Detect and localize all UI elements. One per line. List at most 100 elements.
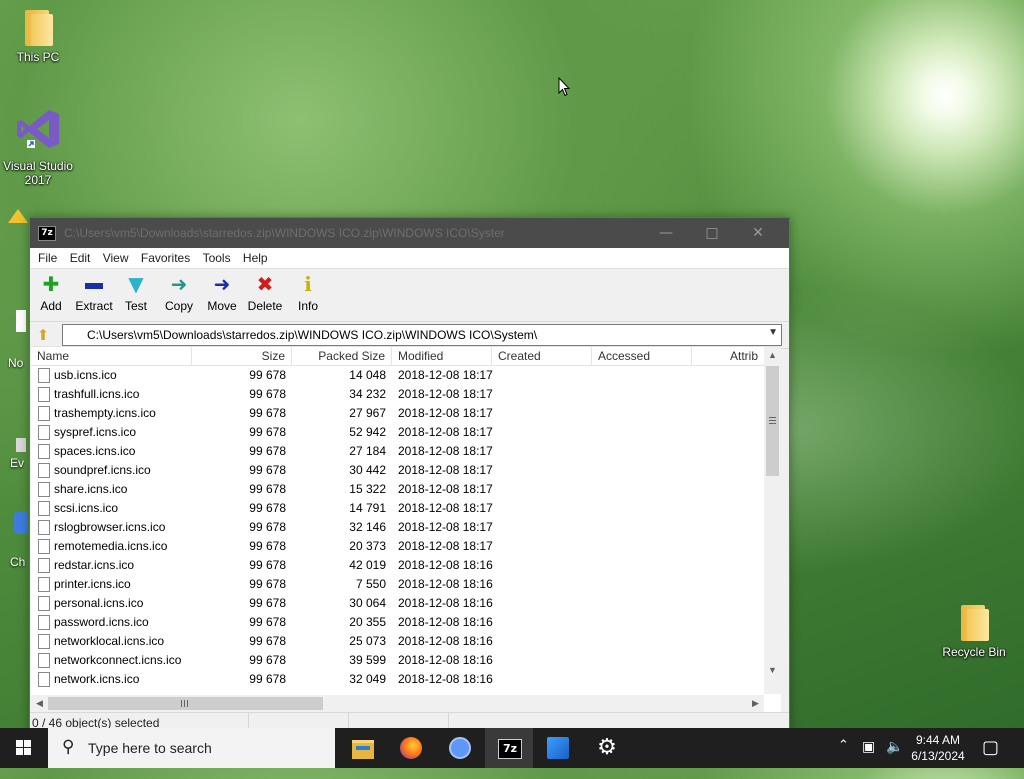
table-row[interactable]: redstar.icns.ico 99 678 42 019 2018-12-08 1…	[31, 556, 764, 575]
file-name: syspref.icns.ico	[54, 425, 137, 439]
column-modified[interactable]: Modified	[392, 347, 492, 365]
taskbar-file-explorer[interactable]	[338, 728, 386, 768]
file-packed-size: 39 599	[349, 653, 386, 667]
file-icon	[38, 501, 50, 516]
column-size[interactable]: Size	[192, 347, 292, 365]
column-attrib[interactable]: Attrib	[692, 347, 764, 365]
firefox-icon	[400, 737, 422, 759]
table-row[interactable]: network.icns.ico 99 678 32 049 2018-12-08 1…	[31, 670, 764, 689]
horizontal-scrollbar[interactable]: ◀ ▶	[31, 695, 764, 712]
menu-tools[interactable]: Tools	[199, 248, 236, 265]
scroll-thumb[interactable]	[766, 366, 779, 476]
file-modified: 2018-12-08 18:16	[398, 615, 493, 629]
search-placeholder: Type here to search	[88, 740, 212, 756]
table-row[interactable]: spaces.icns.ico 99 678 27 184 2018-12-08 18…	[31, 442, 764, 461]
toolbar: ✚ Add Extract ▼ Test ➜ Copy ➜ Move ✖ Del…	[30, 269, 789, 322]
scroll-left-icon[interactable]: ◀	[31, 695, 48, 712]
file-size: 99 678	[249, 634, 286, 648]
taskbar-7zip[interactable]: 7z	[485, 728, 533, 768]
windows-logo-icon	[16, 740, 31, 755]
add-button[interactable]: ✚ Add	[28, 273, 74, 313]
folder-up-icon[interactable]: ⬆	[34, 326, 52, 344]
file-packed-size: 32 049	[349, 672, 386, 686]
taskbar-settings[interactable]: ⚙	[583, 728, 631, 768]
table-row[interactable]: password.icns.ico 99 678 20 355 2018-12-08 …	[31, 613, 764, 632]
file-name: trashfull.icns.ico	[54, 387, 140, 401]
file-name: network.icns.ico	[54, 672, 140, 686]
address-input[interactable]: C:\Users\vm5\Downloads\starredos.zip\WIN…	[62, 324, 782, 346]
column-name[interactable]: Name	[31, 347, 192, 365]
table-row[interactable]: usb.icns.ico 99 678 14 048 2018-12-08 18:17	[31, 366, 764, 385]
taskbar-search[interactable]: ⚲ Type here to search	[48, 728, 335, 768]
title-bar[interactable]: 7z C:\Users\vm5\Downloads\starredos.zip\…	[30, 218, 789, 248]
scroll-down-icon[interactable]: ▼	[764, 662, 781, 678]
taskbar-chrome[interactable]	[436, 728, 484, 768]
table-row[interactable]: trashfull.icns.ico 99 678 34 232 2018-12-08…	[31, 385, 764, 404]
volume-muted-icon[interactable]: 🔈	[886, 739, 903, 779]
partial-desktop-icon[interactable]	[0, 205, 28, 239]
column-header-row: Name Size Packed Size Modified Created A…	[31, 347, 781, 366]
table-row[interactable]: networklocal.icns.ico 99 678 25 073 2018-12…	[31, 632, 764, 651]
file-modified: 2018-12-08 18:17	[398, 387, 493, 401]
extract-button[interactable]: Extract	[70, 273, 118, 313]
column-created[interactable]: Created	[492, 347, 592, 365]
file-modified: 2018-12-08 18:17	[398, 520, 493, 534]
column-packed-size[interactable]: Packed Size	[292, 347, 392, 365]
file-name: personal.icns.ico	[54, 596, 144, 610]
file-packed-size: 14 048	[349, 368, 386, 382]
photos-icon	[547, 737, 569, 759]
hscroll-thumb[interactable]	[48, 697, 323, 710]
scroll-right-icon[interactable]: ▶	[747, 695, 764, 712]
table-row[interactable]: trashempty.icns.ico 99 678 27 967 2018-12-0…	[31, 404, 764, 423]
file-icon	[38, 558, 50, 573]
table-row[interactable]: share.icns.ico 99 678 15 322 2018-12-08 18:…	[31, 480, 764, 499]
file-size: 99 678	[249, 501, 286, 515]
maximize-button[interactable]: □	[689, 218, 735, 248]
table-row[interactable]: scsi.icns.ico 99 678 14 791 2018-12-08 18:1…	[31, 499, 764, 518]
file-packed-size: 27 967	[349, 406, 386, 420]
desktop-icon-label: This PC	[16, 50, 60, 64]
start-button[interactable]	[0, 728, 48, 768]
close-button[interactable]: ✕	[735, 218, 781, 248]
file-icon	[38, 634, 50, 649]
delete-button[interactable]: ✖ Delete	[242, 273, 288, 313]
network-icon[interactable]: ▣	[862, 739, 875, 779]
table-row[interactable]: remotemedia.icns.ico 99 678 20 373 2018-12-…	[31, 537, 764, 556]
menu-edit[interactable]: Edit	[66, 248, 96, 265]
chevron-down-icon[interactable]: ▼	[768, 327, 778, 338]
file-name: password.icns.ico	[54, 615, 149, 629]
table-row[interactable]: personal.icns.ico 99 678 30 064 2018-12-08 …	[31, 594, 764, 613]
visual-studio-icon	[17, 110, 59, 148]
column-accessed[interactable]: Accessed	[592, 347, 692, 365]
file-list: Name Size Packed Size Modified Created A…	[31, 346, 781, 712]
clock[interactable]: 9:44 AM 6/13/2024	[906, 732, 970, 764]
file-packed-size: 15 322	[349, 482, 386, 496]
copy-button[interactable]: ➜ Copy	[156, 273, 202, 313]
desktop-icon-visual-studio[interactable]: Visual Studio 2017	[1, 106, 75, 187]
show-hidden-icons-button[interactable]: ⌃	[838, 738, 849, 778]
vertical-scrollbar[interactable]: ▲ ▼	[764, 347, 781, 694]
move-button[interactable]: ➜ Move	[199, 273, 245, 313]
menu-help[interactable]: Help	[239, 248, 273, 265]
table-row[interactable]: syspref.icns.ico 99 678 52 942 2018-12-08 1…	[31, 423, 764, 442]
test-button[interactable]: ▼ Test	[113, 273, 159, 313]
taskbar-photos[interactable]	[534, 728, 582, 768]
table-row[interactable]: soundpref.icns.ico 99 678 30 442 2018-12-08…	[31, 461, 764, 480]
minimize-button[interactable]: —	[643, 218, 689, 248]
desktop-icon-this-pc[interactable]: This PC	[1, 10, 75, 64]
notifications-icon[interactable]: ▢	[982, 737, 999, 777]
info-button[interactable]: i Info	[285, 273, 331, 313]
file-size: 99 678	[249, 425, 286, 439]
table-row[interactable]: printer.icns.ico 99 678 7 550 2018-12-08 18…	[31, 575, 764, 594]
menu-file[interactable]: File	[34, 248, 62, 265]
scroll-up-icon[interactable]: ▲	[764, 347, 781, 363]
table-row[interactable]: networkconnect.icns.ico 99 678 39 599 2018-…	[31, 651, 764, 670]
file-icon	[38, 520, 50, 535]
menu-view[interactable]: View	[99, 248, 134, 265]
taskbar-firefox[interactable]	[387, 728, 435, 768]
table-row[interactable]: rslogbrowser.icns.ico 99 678 32 146 2018-12…	[31, 518, 764, 537]
menu-favorites[interactable]: Favorites	[137, 248, 195, 265]
file-modified: 2018-12-08 18:16	[398, 558, 493, 572]
file-modified: 2018-12-08 18:17	[398, 368, 493, 382]
desktop-icon-recycle-bin[interactable]: Recycle Bin	[937, 605, 1011, 659]
